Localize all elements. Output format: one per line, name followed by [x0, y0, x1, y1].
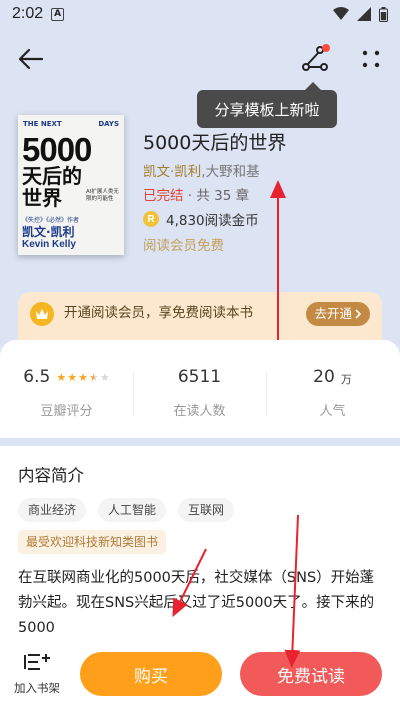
cover-author-cn: 凯文·凯利 — [22, 225, 75, 239]
notification-a-icon: A — [51, 7, 65, 21]
author-main[interactable]: 凯文·凯利 — [143, 164, 201, 180]
readers-label: 在读人数 — [173, 404, 226, 419]
chapter-count: · 共 35 章 — [183, 188, 250, 204]
vip-open-label: 去开通 — [314, 306, 352, 321]
rating-stars: ★ ★ ★ ★ ★ — [56, 371, 109, 384]
coin-icon: R — [143, 211, 159, 227]
cover-header: THE NEXT DAYS — [23, 120, 119, 128]
book-info: 5000天后的世界 凯文·凯利,大野和基 已完结 · 共 35 章 R 4,83… — [143, 128, 393, 254]
book-author[interactable]: 凯文·凯利,大野和基 — [143, 160, 393, 180]
popularity-label: 人气 — [319, 404, 346, 419]
readers-stat: 6511 在读人数 — [133, 364, 266, 419]
popularity-value: 20 — [313, 367, 335, 387]
top-nav — [0, 36, 400, 82]
status-complete: 已完结 — [143, 188, 184, 204]
rating-star: ★ — [67, 370, 78, 384]
rating-stat[interactable]: 6.5 ★ ★ ★ ★ ★ 豆瓣评分 — [0, 364, 133, 419]
tag-item[interactable]: 人工智能 — [98, 498, 167, 522]
share-tooltip[interactable]: 分享模板上新啦 — [197, 82, 337, 128]
cover-top-left: THE NEXT — [23, 120, 62, 128]
crown-icon — [30, 302, 54, 326]
popularity-unit: 万 — [340, 373, 352, 386]
buy-button[interactable]: 购买 — [80, 652, 222, 696]
status-icons — [333, 6, 388, 22]
more-options-icon[interactable] — [356, 44, 386, 74]
author-rest[interactable]: ,大野和基 — [201, 164, 259, 180]
book-cover[interactable]: THE NEXT DAYS 5000 天后的世界 AI扩展人类无限的可能性 《失… — [18, 115, 124, 255]
tag-item[interactable]: 互联网 — [178, 498, 235, 522]
battery-icon — [379, 6, 388, 22]
rating-star: ★ — [88, 370, 99, 384]
cover-author-en: Kevin Kelly — [22, 239, 76, 250]
tag-list: 商业经济 人工智能 互联网 — [18, 498, 235, 522]
coin-price: 4,830阅读金币 — [166, 213, 259, 229]
add-to-shelf-label: 加入书架 — [14, 681, 60, 695]
book-title: 5000天后的世界 — [143, 132, 287, 154]
status-time: 2:02 — [12, 5, 44, 22]
back-arrow-icon[interactable] — [16, 44, 46, 74]
popularity-stat: 20 万 人气 — [266, 364, 399, 419]
member-free-note: 阅读会员免费 — [143, 238, 224, 254]
book-price: R 4,830阅读金币 — [143, 209, 393, 229]
cover-side-text: AI扩展人类无限的可能性 — [86, 189, 119, 202]
vip-open-button[interactable]: 去开通 — [306, 302, 370, 326]
bottom-action-bar: 加入书架 购买 免费试读 — [0, 640, 400, 710]
stats-card: 6.5 ★ ★ ★ ★ ★ 豆瓣评分 6511 在读人数 20 万 人气 — [0, 340, 400, 438]
vip-banner[interactable]: 开通阅读会员，享免费阅读本书 去开通 — [18, 292, 382, 340]
rating-star: ★ — [56, 370, 67, 384]
intro-text[interactable]: 在互联网商业化的5000天后，社交媒体（SNS）开始蓬勃兴起。现在SNS兴起后又… — [18, 566, 386, 641]
status-bar: 2:02 A — [0, 0, 400, 28]
share-badge-dot — [322, 44, 330, 52]
free-trial-button[interactable]: 免费试读 — [240, 652, 382, 696]
rating-value: 6.5 — [23, 367, 51, 387]
tag-item[interactable]: 商业经济 — [18, 498, 87, 522]
rating-star: ★ — [78, 370, 88, 384]
cover-title: 天后的世界 — [22, 164, 82, 210]
add-to-shelf-button[interactable]: 加入书架 — [14, 652, 60, 696]
rating-star: ★ — [99, 370, 110, 384]
chevron-right-icon — [355, 309, 362, 319]
rank-tag[interactable]: 最受欢迎科技新知类图书 — [18, 530, 167, 554]
bookshelf-add-icon — [24, 654, 50, 670]
vip-text: 开通阅读会员，享免费阅读本书 — [64, 305, 253, 321]
signal-icon — [357, 7, 371, 21]
rating-label: 豆瓣评分 — [40, 404, 93, 419]
cover-top-right: DAYS — [98, 120, 119, 128]
book-status: 已完结 · 共 35 章 — [143, 184, 393, 204]
intro-title: 内容简介 — [18, 466, 84, 485]
wifi-icon — [333, 7, 349, 20]
readers-value: 6511 — [177, 367, 222, 387]
